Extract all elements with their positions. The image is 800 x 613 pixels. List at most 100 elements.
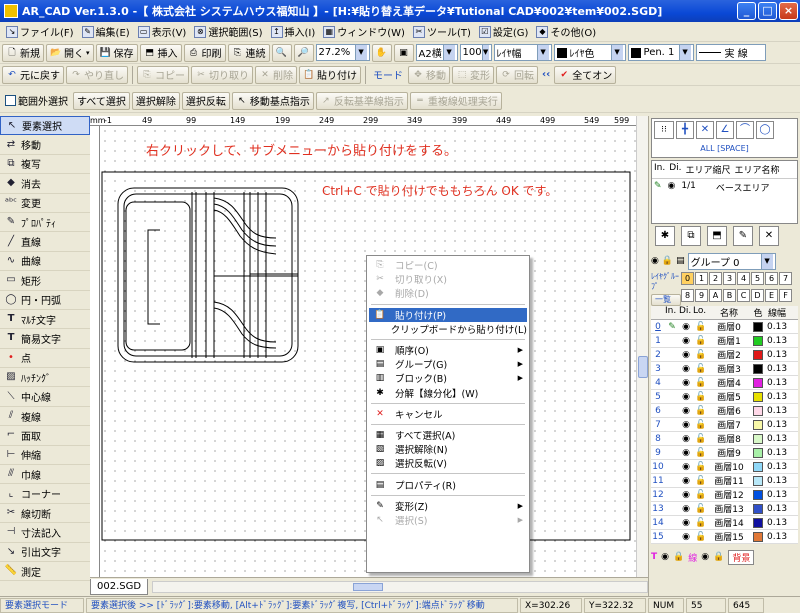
paper-select[interactable]: A2横 ▼: [415, 44, 458, 61]
scroll-thumb[interactable]: [638, 356, 648, 378]
layer-color-swatch[interactable]: [753, 489, 763, 500]
layer-row[interactable]: 14 ◉ 🔓 画層14 0.13: [651, 516, 798, 530]
background-toggle[interactable]: 背景: [728, 549, 755, 565]
area-delete-icon[interactable]: ✕: [759, 226, 779, 246]
snap-grid-icon[interactable]: ⁝⁝: [654, 121, 674, 139]
layer-row[interactable]: 4 ◉ 🔓 画層4 0.13: [651, 376, 798, 390]
lock-icon[interactable]: 🔓: [693, 476, 709, 486]
tool-leader-text[interactable]: ↘ 引出文字: [0, 543, 90, 562]
layer-color-swatch[interactable]: [753, 503, 763, 514]
area-edit-icon[interactable]: ✎: [733, 226, 753, 246]
context-menu-item[interactable]: ✱ 分解【線分化】(W): [369, 386, 527, 400]
menu-tools[interactable]: ✂ ツール(T): [409, 24, 475, 39]
vertical-scrollbar[interactable]: [636, 116, 648, 577]
layer-group-number[interactable]: 2: [709, 272, 722, 285]
context-menu-item[interactable]: ✕ キャンセル: [369, 407, 527, 421]
menu-selection[interactable]: ⊗ 選択範囲(S): [190, 24, 266, 39]
color-select[interactable]: ﾚｲﾔ色 ▼: [553, 44, 626, 61]
line-toggle[interactable]: 線: [688, 551, 697, 564]
tool-simpletext[interactable]: T 簡易文字: [0, 329, 90, 349]
menu-settings[interactable]: ☑ 設定(G): [475, 24, 533, 39]
layer-color-swatch[interactable]: [753, 349, 763, 360]
layer-color-swatch[interactable]: [753, 447, 763, 458]
eye-icon[interactable]: ◉: [679, 504, 693, 514]
snap-angle-icon[interactable]: ∠: [716, 121, 734, 139]
layer-group-number[interactable]: 9: [695, 288, 708, 302]
group-select[interactable]: グループ 0 ▼: [687, 252, 776, 270]
layer-color-swatch[interactable]: [753, 531, 763, 542]
lock-icon[interactable]: 🔓: [693, 322, 709, 332]
context-menu-item[interactable]: クリップボードから貼り付け(L): [369, 322, 527, 336]
layer-row[interactable]: 1 ◉ 🔓 画層1 0.13: [651, 334, 798, 348]
tool-hatching[interactable]: ▨ ﾊｯﾁﾝｸﾞ: [0, 368, 90, 388]
layer-color-swatch[interactable]: [753, 405, 763, 416]
tool-line[interactable]: ╱ 直線: [0, 232, 90, 252]
eye-icon[interactable]: ◉: [679, 392, 693, 402]
lock-icon[interactable]: 🔓: [693, 378, 709, 388]
area-copy-icon[interactable]: ⧉: [681, 226, 701, 246]
layer-group-number[interactable]: 5: [751, 272, 764, 285]
minimize-button[interactable]: _: [737, 2, 756, 20]
tool-widthline[interactable]: ⫻ 巾線: [0, 465, 90, 485]
layer-group-number[interactable]: C: [737, 288, 750, 302]
layer-row[interactable]: 10 ◉ 🔓 画層10 0.13: [651, 460, 798, 474]
area-move-icon[interactable]: ⬒: [707, 226, 727, 246]
line-width-select[interactable]: ﾚｲﾔ幅 ▼: [493, 44, 552, 61]
menu-other[interactable]: ◆ その他(O): [532, 24, 600, 39]
tool-property[interactable]: ✎ ﾌﾟﾛﾊﾟﾃｨ: [0, 213, 90, 233]
reflect-base-button[interactable]: ↗ 反転基準線指示: [315, 91, 408, 110]
line-type-select[interactable]: 実 線: [695, 44, 766, 61]
eye-icon[interactable]: ◉: [679, 336, 693, 346]
tool-corner[interactable]: ⌞ コーナー: [0, 484, 90, 504]
context-menu-item[interactable]: ✎ 変形(Z) ▶: [369, 499, 527, 513]
tool-centerline[interactable]: ⟍ 中心線: [0, 387, 90, 407]
lock-icon[interactable]: 🔓: [693, 392, 709, 402]
tool-parallel[interactable]: ⫽ 複線: [0, 407, 90, 427]
eye-icon[interactable]: ◉: [679, 378, 693, 388]
snap-cross-icon[interactable]: ╋: [676, 121, 694, 139]
cut-button[interactable]: ✂ 切り取り: [191, 65, 253, 84]
eye-icon[interactable]: ◉: [679, 322, 693, 332]
horizontal-scrollbar[interactable]: [152, 580, 648, 593]
collapse-icon[interactable]: ‹‹: [540, 69, 552, 80]
layer-row[interactable]: 8 ◉ 🔓 画層8 0.13: [651, 432, 798, 446]
layer-color-swatch[interactable]: [753, 475, 763, 486]
zoom-select[interactable]: 27.2% ▼: [315, 44, 370, 61]
invert-selection-button[interactable]: 選択反転: [181, 91, 230, 110]
layer-color-swatch[interactable]: [753, 517, 763, 528]
select-all-button[interactable]: すべて選択: [73, 91, 130, 110]
layer-row[interactable]: 12 ◉ 🔓 画層12 0.13: [651, 488, 798, 502]
print-button[interactable]: ⎙ 印刷: [183, 43, 226, 62]
tool-erase[interactable]: ◆ 消去: [0, 174, 90, 194]
layer-row[interactable]: 3 ◉ 🔓 画層3 0.13: [651, 362, 798, 376]
pencil-icon[interactable]: ✎: [665, 322, 679, 332]
overlap-process-button[interactable]: ═ 重複線処理実行: [409, 91, 502, 110]
layer-group-number[interactable]: 1: [695, 272, 708, 285]
tool-chamfer[interactable]: ⌐ 面取: [0, 426, 90, 446]
lock-icon[interactable]: 🔓: [693, 364, 709, 374]
tool-change[interactable]: ᵃᵇᶜ 変更: [0, 194, 90, 213]
new-button[interactable]: 🗋 新規: [2, 43, 44, 62]
context-menu-item[interactable]: ⎘ コピー(C): [369, 258, 527, 272]
context-menu-item[interactable]: ↖ 選択(S) ▶: [369, 513, 527, 527]
layer-row[interactable]: 7 ◉ 🔓 画層7 0.13: [651, 418, 798, 432]
tool-move[interactable]: ⇄ 移動: [0, 135, 90, 155]
continuous-print-button[interactable]: ⎘ 連続: [227, 43, 270, 62]
layer-row[interactable]: 15 ◉ 🔓 画層15 0.13: [651, 530, 798, 544]
lock-icon[interactable]: 🔓: [693, 532, 709, 542]
pen-select[interactable]: Pen. 1 ▼: [627, 44, 694, 61]
menu-view[interactable]: ▭ 表示(V): [134, 24, 191, 39]
context-menu-item[interactable]: ◆ 削除(D): [369, 286, 527, 300]
eye-icon[interactable]: ◉: [679, 518, 693, 528]
maximize-button[interactable]: □: [758, 2, 777, 20]
layer-row[interactable]: 11 ◉ 🔓 画層11 0.13: [651, 474, 798, 488]
eye-icon[interactable]: ◉: [679, 434, 693, 444]
context-menu-item[interactable]: ▤ プロパティ(R): [369, 477, 527, 492]
layer-group-number[interactable]: 0: [681, 272, 694, 285]
menu-file[interactable]: ↘ ファイル(F): [2, 24, 78, 39]
delete-button[interactable]: ✕ 削除: [255, 65, 297, 84]
zoom-in-button[interactable]: 🔍: [271, 43, 292, 62]
layer-group-number[interactable]: 3: [723, 272, 736, 285]
transform-mode-button[interactable]: ⬚ 変形: [452, 65, 494, 84]
eye-icon[interactable]: ◉: [679, 490, 693, 500]
